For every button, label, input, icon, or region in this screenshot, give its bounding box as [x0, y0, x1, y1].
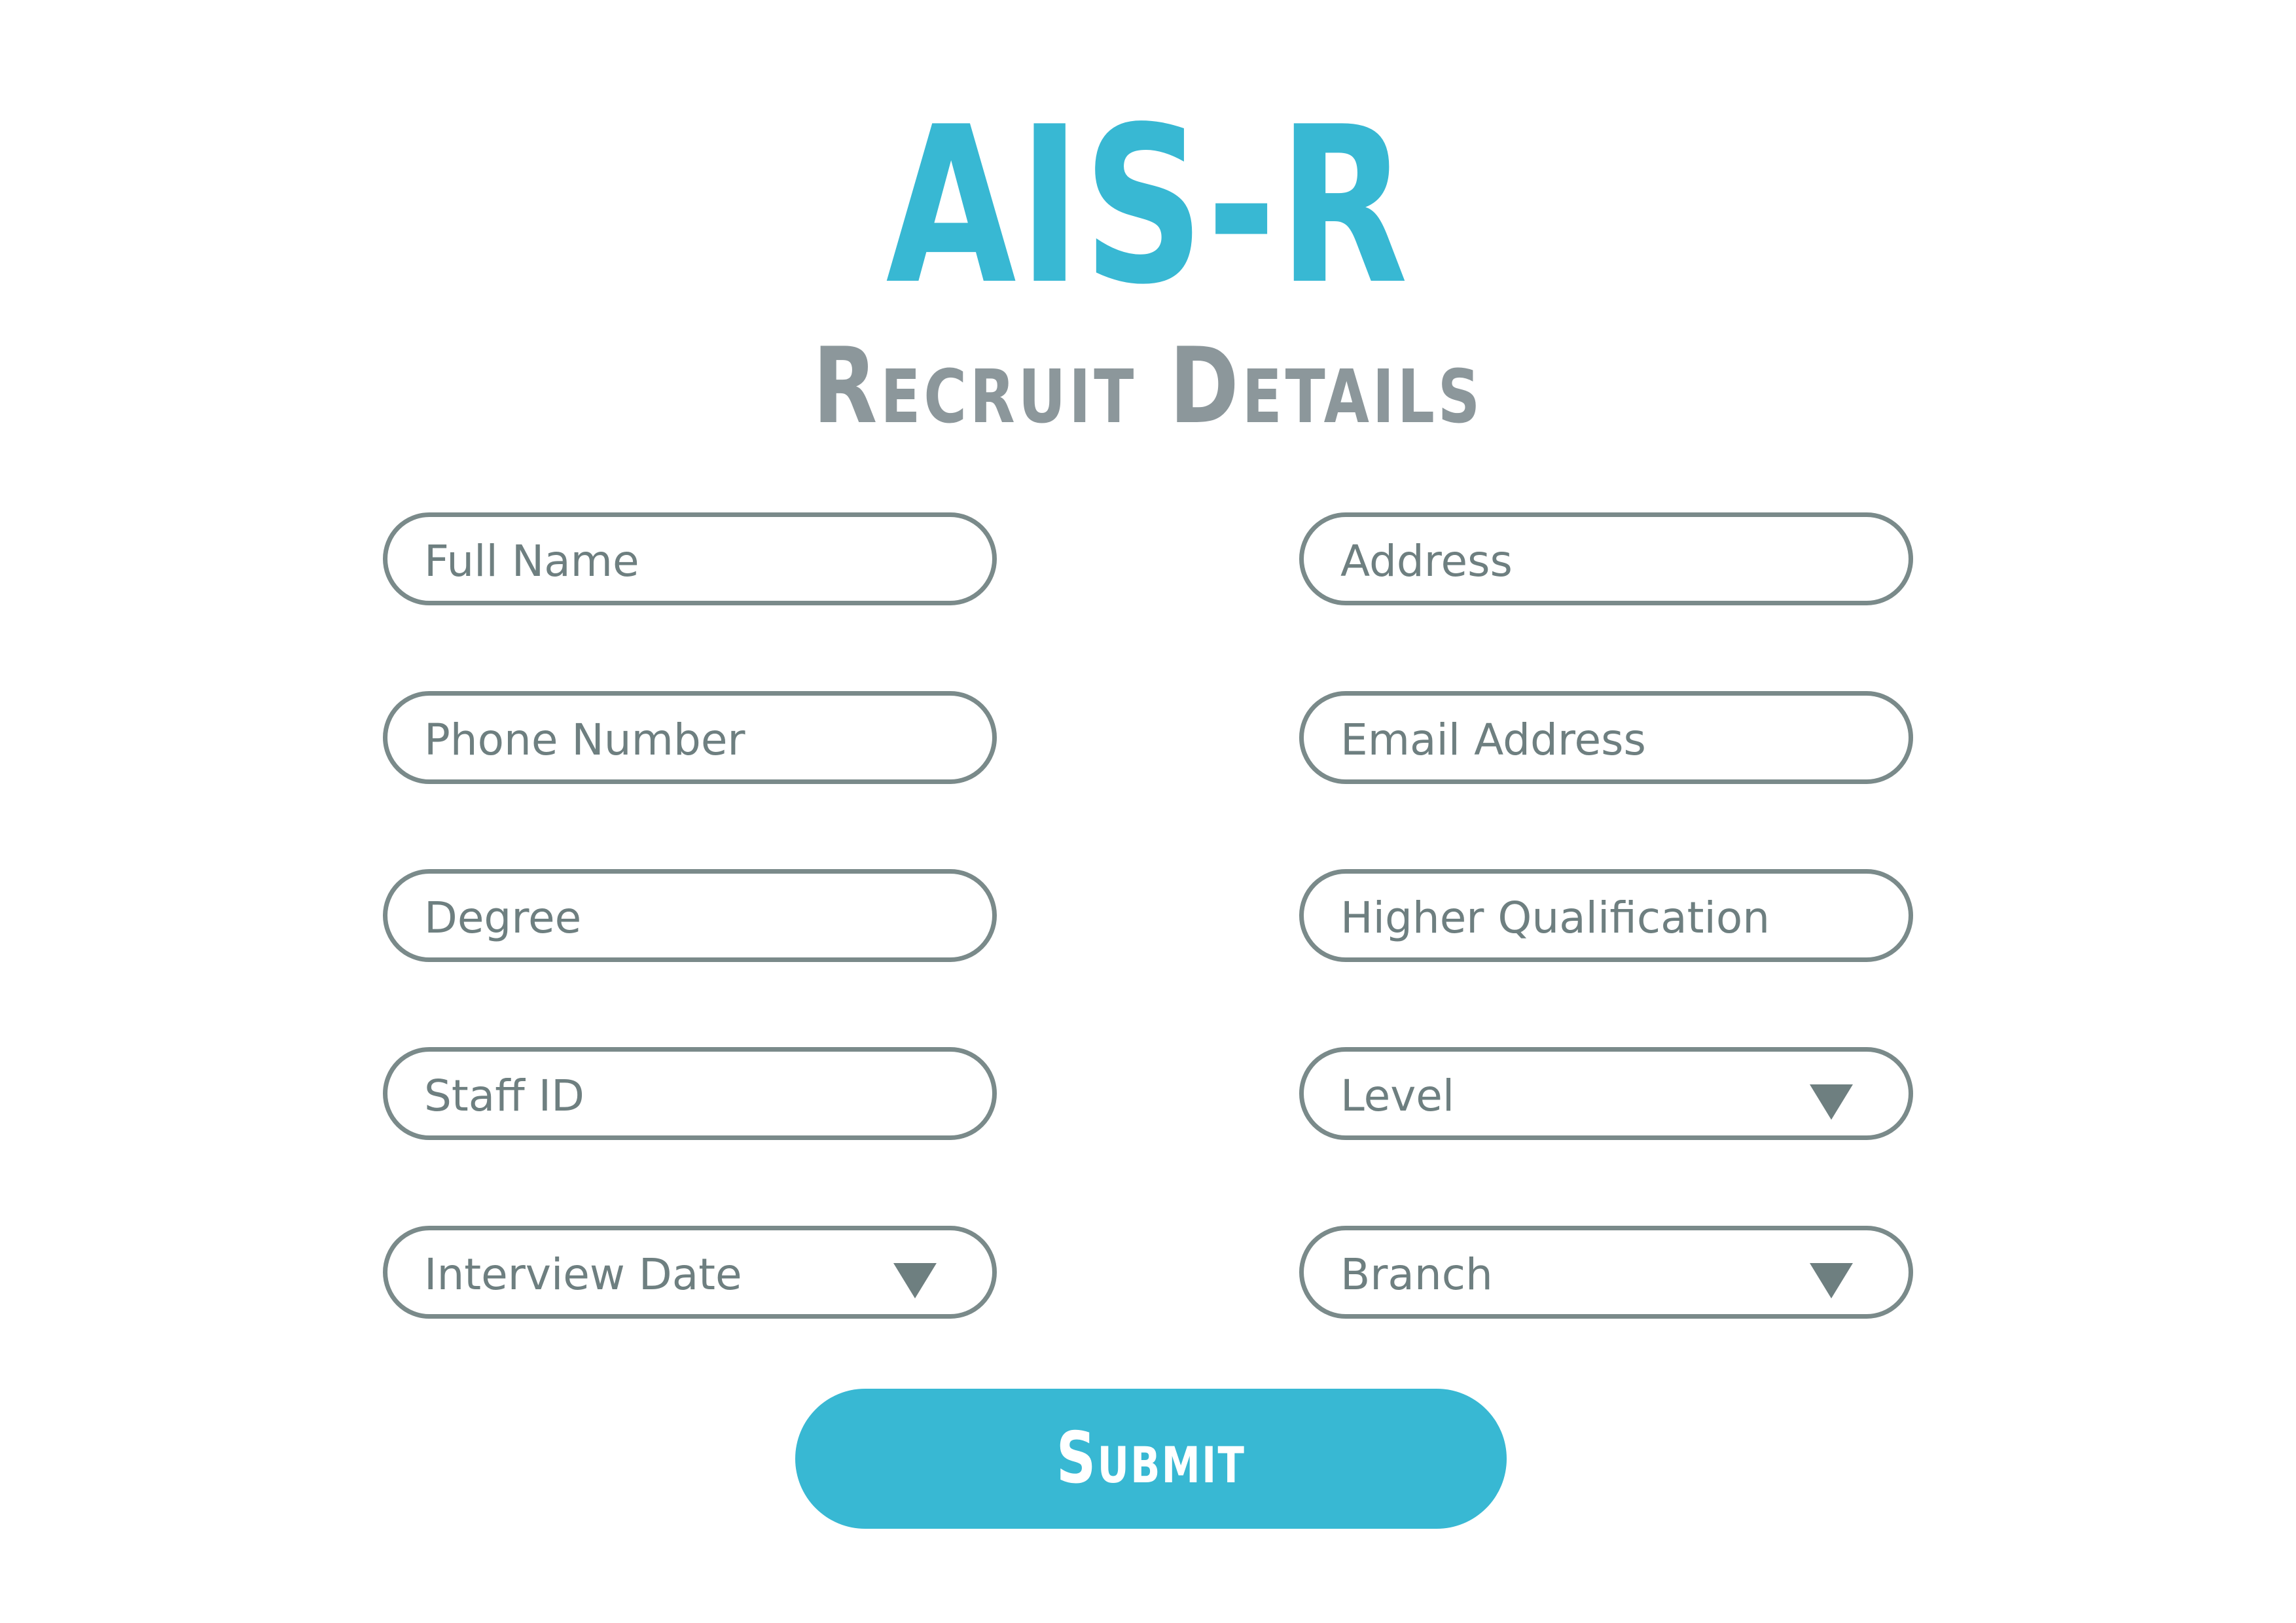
higher-qualification-field[interactable]: Higher Qualification — [1299, 869, 1913, 962]
phone-number-field[interactable]: Phone Number — [383, 691, 997, 784]
email-address-placeholder: Email Address — [1340, 715, 1646, 765]
branch-placeholder: Branch — [1340, 1249, 1493, 1300]
full-name-field[interactable]: Full Name — [383, 512, 997, 605]
email-address-field[interactable]: Email Address — [1299, 691, 1913, 784]
higher-qualification-placeholder: Higher Qualification — [1340, 893, 1770, 943]
submit-button[interactable]: Submit — [795, 1389, 1507, 1529]
address-field[interactable]: Address — [1299, 512, 1913, 605]
phone-number-placeholder: Phone Number — [424, 715, 745, 765]
page-subtitle: Recruit Details — [812, 325, 1484, 447]
branch-chevron-down-icon[interactable] — [1810, 1263, 1853, 1298]
staff-id-placeholder: Staff ID — [424, 1071, 584, 1121]
interview-date-chevron-down-icon[interactable] — [893, 1263, 937, 1298]
level-placeholder: Level — [1340, 1071, 1455, 1121]
branch-dropdown[interactable]: Branch — [1299, 1226, 1913, 1319]
degree-field[interactable]: Degree — [383, 869, 997, 962]
interview-date-placeholder: Interview Date — [424, 1249, 742, 1300]
staff-id-field[interactable]: Staff ID — [383, 1047, 997, 1140]
submit-button-label: Submit — [1056, 1418, 1246, 1499]
degree-placeholder: Degree — [424, 893, 582, 943]
level-chevron-down-icon[interactable] — [1810, 1084, 1853, 1120]
full-name-placeholder: Full Name — [424, 536, 639, 586]
address-placeholder: Address — [1340, 536, 1513, 586]
level-dropdown[interactable]: Level — [1299, 1047, 1913, 1140]
app-title: AIS-R — [886, 80, 1410, 332]
interview-date-dropdown[interactable]: Interview Date — [383, 1226, 997, 1319]
